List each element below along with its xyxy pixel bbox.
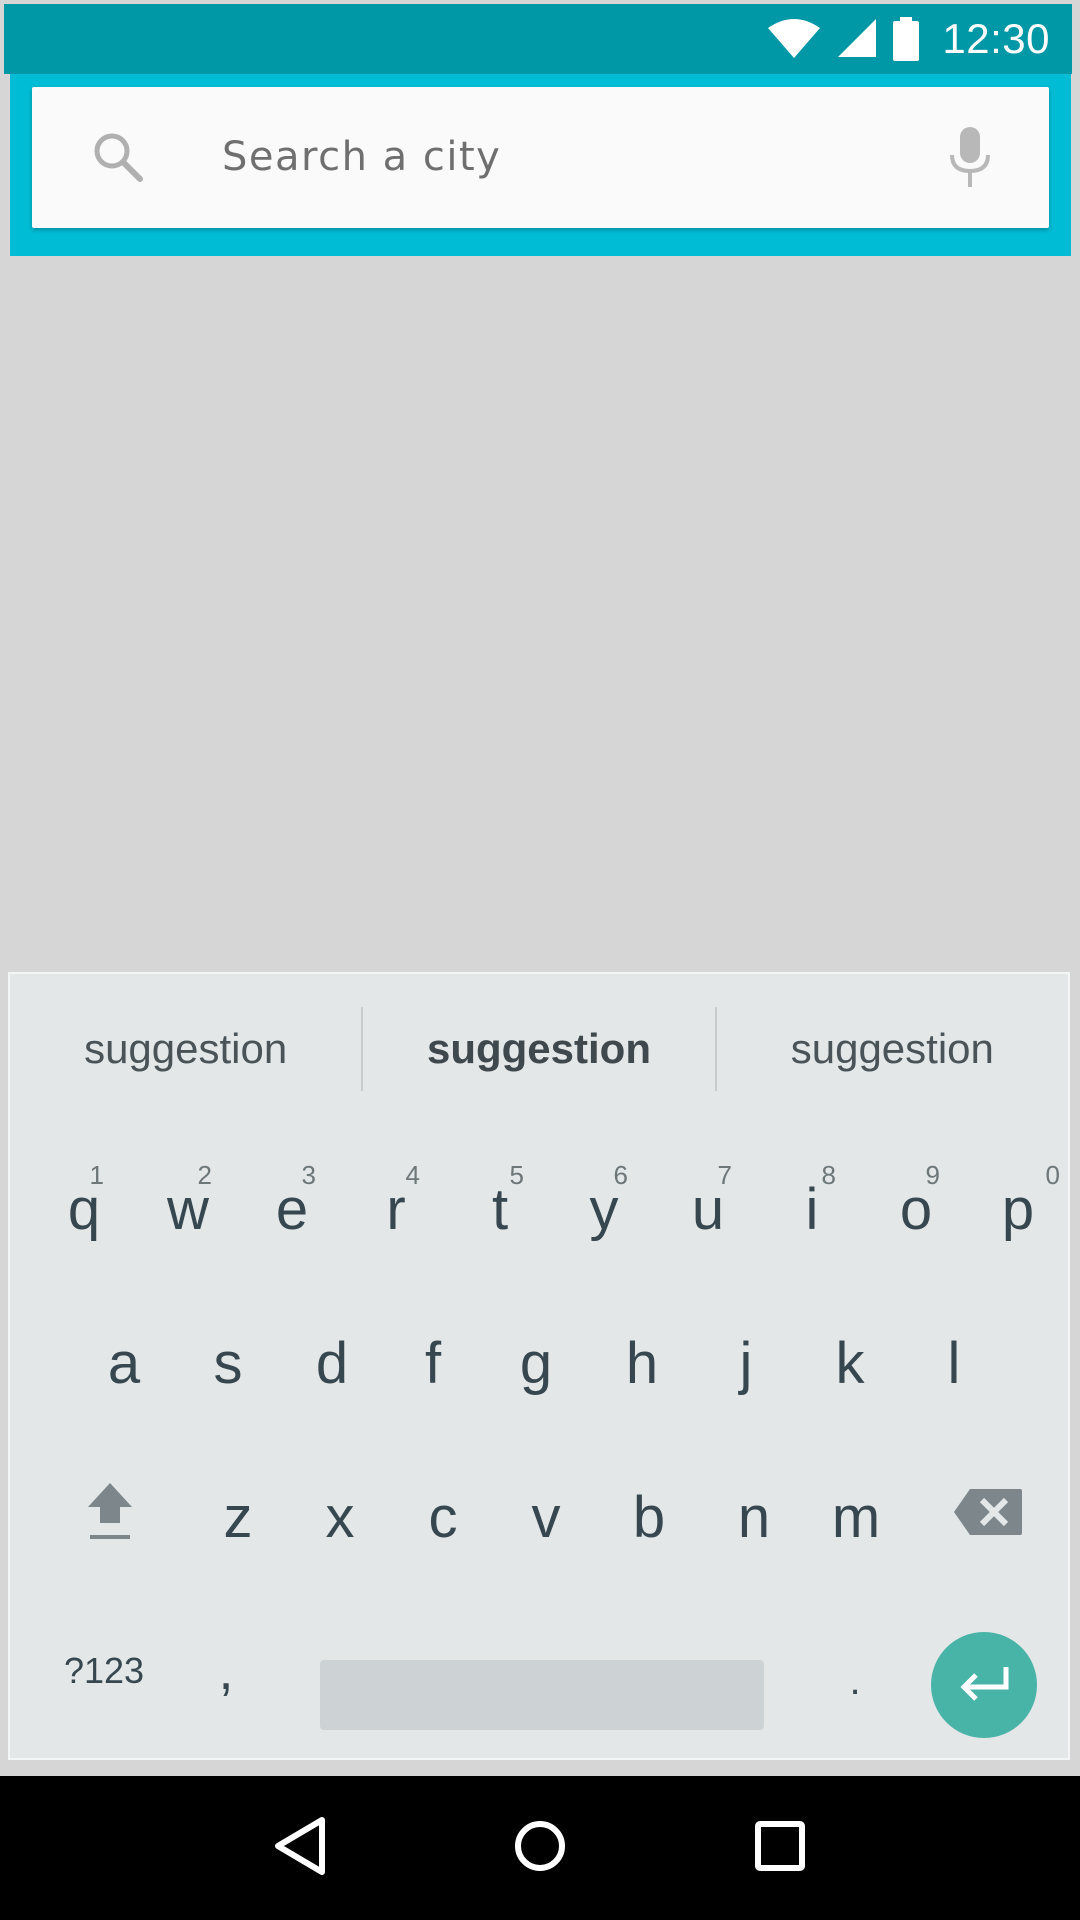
suggestion-strip: suggestion suggestion suggestion — [10, 974, 1068, 1124]
enter-key[interactable] — [931, 1632, 1037, 1738]
recents-button[interactable] — [745, 1813, 815, 1883]
key-c[interactable]: c — [390, 1442, 496, 1592]
key-b[interactable]: b — [596, 1442, 702, 1592]
key-f[interactable]: f — [384, 1288, 482, 1438]
shift-icon — [84, 1479, 136, 1555]
key-i[interactable]: i8 — [760, 1134, 864, 1284]
key-v[interactable]: v — [496, 1442, 596, 1592]
backspace-key[interactable] — [930, 1442, 1046, 1592]
key-e[interactable]: e3 — [240, 1134, 344, 1284]
key-n[interactable]: n — [702, 1442, 806, 1592]
back-button[interactable] — [265, 1813, 335, 1883]
key-row-2: a s d f g h j k l — [10, 1288, 1068, 1438]
status-bar: 12:30 — [4, 4, 1072, 74]
period-key[interactable]: . — [810, 1596, 900, 1746]
key-m[interactable]: m — [806, 1442, 906, 1592]
backspace-icon — [952, 1484, 1024, 1551]
key-q[interactable]: q1 — [32, 1134, 136, 1284]
key-t[interactable]: t5 — [448, 1134, 552, 1284]
wifi-icon — [766, 18, 822, 60]
cell-signal-icon — [836, 19, 878, 59]
key-o[interactable]: o9 — [864, 1134, 968, 1284]
recents-icon — [754, 1820, 806, 1877]
key-s[interactable]: s — [176, 1288, 280, 1438]
search-header — [10, 74, 1071, 256]
comma-key[interactable]: , — [186, 1596, 266, 1746]
key-w[interactable]: w2 — [136, 1134, 240, 1284]
key-x[interactable]: x — [290, 1442, 390, 1592]
shift-key[interactable] — [50, 1442, 170, 1592]
microphone-icon[interactable] — [940, 125, 1000, 189]
battery-icon — [892, 17, 920, 61]
key-row-1: q1 w2 e3 r4 t5 y6 u7 i8 o 9 p 0 — [10, 1134, 1068, 1284]
key-k[interactable]: k — [798, 1288, 902, 1438]
soft-keyboard: suggestion suggestion suggestion q1 w2 e… — [8, 972, 1070, 1760]
symbols-key[interactable]: ?123 — [34, 1596, 174, 1746]
key-d[interactable]: d — [280, 1288, 384, 1438]
back-icon — [272, 1816, 328, 1881]
space-bar[interactable] — [320, 1660, 764, 1730]
search-box[interactable] — [32, 87, 1049, 228]
key-p[interactable]: p0 — [968, 1134, 1068, 1284]
search-input[interactable] — [222, 117, 902, 197]
enter-icon — [956, 1663, 1012, 1708]
suggestion-middle[interactable]: suggestion — [363, 1025, 714, 1073]
key-r[interactable]: r4 — [344, 1134, 448, 1284]
suggestion-left[interactable]: suggestion — [10, 1025, 361, 1073]
key-l[interactable]: l — [902, 1288, 1006, 1438]
key-g[interactable]: g — [482, 1288, 590, 1438]
key-h[interactable]: h — [590, 1288, 694, 1438]
home-button[interactable] — [505, 1813, 575, 1883]
key-a[interactable]: a — [72, 1288, 176, 1438]
search-icon[interactable] — [88, 127, 148, 187]
home-icon — [512, 1818, 568, 1879]
key-j[interactable]: j — [694, 1288, 798, 1438]
suggestion-right[interactable]: suggestion — [717, 1025, 1068, 1073]
key-z[interactable]: z — [186, 1442, 290, 1592]
key-u[interactable]: u7 — [656, 1134, 760, 1284]
screen: 12:30 suggestion su — [0, 0, 1080, 1920]
key-y[interactable]: y6 — [552, 1134, 656, 1284]
status-clock: 12:30 — [942, 15, 1050, 62]
key-row-3: z x c v b n m — [10, 1442, 1068, 1592]
navigation-bar — [0, 1776, 1080, 1920]
